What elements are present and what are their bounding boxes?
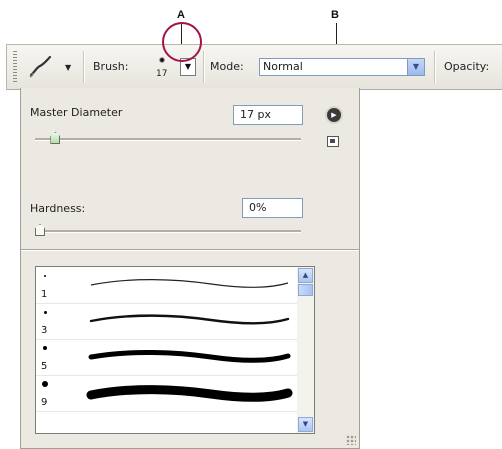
panel-resize-grip[interactable]	[346, 435, 356, 445]
brush-preset-item[interactable]: 5	[36, 339, 298, 376]
opacity-label: Opacity:	[444, 60, 490, 73]
scroll-down-icon[interactable]: ▼	[298, 417, 313, 432]
callout-highlight-circle	[162, 22, 202, 62]
brush-size-label: 5	[41, 361, 48, 372]
master-diameter-slider-track[interactable]	[35, 138, 301, 141]
hardness-field[interactable]: 0%	[242, 198, 303, 218]
brush-list-scrollbar[interactable]: ▲ ▼	[297, 267, 314, 433]
master-diameter-label: Master Diameter	[30, 106, 123, 119]
mode-select-value: Normal	[263, 60, 303, 73]
brush-stroke-preview	[86, 385, 293, 402]
callout-label-a: A	[177, 9, 185, 21]
callout-label-b: B	[331, 9, 339, 21]
toolbar-separator	[434, 51, 435, 83]
toolbar-separator	[83, 51, 84, 83]
new-brush-preset-icon[interactable]	[327, 136, 339, 147]
chevron-down-icon[interactable]: ▼	[407, 59, 424, 75]
master-diameter-field[interactable]: 17 px	[233, 105, 303, 125]
brush-stroke-preview	[88, 350, 291, 363]
hardness-slider-track[interactable]	[35, 230, 301, 233]
brush-stroke-preview	[89, 314, 290, 325]
brush-preset-item[interactable]: 9	[36, 375, 298, 412]
brush-size-label: 9	[41, 397, 48, 408]
hardness-slider-thumb[interactable]	[35, 224, 45, 236]
hardness-label: Hardness:	[30, 202, 86, 215]
brush-preview-icon	[159, 57, 165, 63]
brush-size-label: 1	[41, 289, 48, 300]
brush-tool-icon[interactable]	[27, 53, 55, 81]
toolbar-separator	[203, 51, 204, 83]
brush-size-label: 3	[41, 325, 48, 336]
tool-preset-arrow-icon[interactable]: ▼	[65, 63, 71, 72]
brush-stroke-preview	[90, 279, 289, 288]
mode-select[interactable]: Normal ▼	[259, 58, 425, 76]
brush-label: Brush:	[93, 60, 129, 73]
mode-label: Mode:	[210, 60, 244, 73]
panel-divider	[21, 249, 359, 250]
brush-size-readout: 17	[156, 69, 168, 79]
options-bar-grip[interactable]	[13, 51, 17, 83]
brush-preset-item[interactable]: 3	[36, 303, 298, 340]
options-bar: ▼ Brush: 17 ▼ Mode: Normal ▼ Opacity:	[6, 44, 502, 90]
scroll-up-icon[interactable]: ▲	[298, 268, 313, 283]
brush-preset-list: 1 3 5 9 ▲ ▼	[35, 266, 315, 434]
brush-preset-item[interactable]: 1	[36, 267, 298, 304]
brush-picker-panel: Master Diameter 17 px ▶ Hardness: 0% 1 3	[20, 88, 360, 449]
brush-options-menu-button[interactable]: ▶	[327, 108, 341, 122]
master-diameter-slider-thumb[interactable]	[50, 132, 61, 144]
scrollbar-thumb[interactable]	[298, 284, 313, 296]
